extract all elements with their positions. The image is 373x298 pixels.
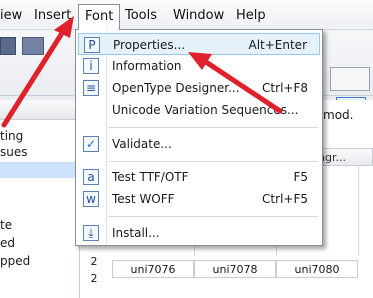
menu-item-test-woff[interactable]: w Test WOFF Ctrl+F5	[78, 188, 320, 210]
menu-help[interactable]: Help	[236, 7, 266, 25]
glyph-cell[interactable]: uni7080	[276, 260, 358, 278]
menu-item-label: Unicode Variation Sequences...	[112, 103, 299, 117]
row-number: 2	[90, 272, 98, 285]
list-item[interactable]: sues	[0, 144, 80, 160]
validate-check-icon: ✓	[83, 136, 99, 152]
install-icon: ⤓	[83, 225, 99, 241]
menu-separator	[108, 161, 318, 162]
left-panel-header	[0, 100, 80, 120]
menu-item-validate[interactable]: ✓ Validate...	[78, 133, 320, 155]
menu-item-label: Install...	[112, 226, 160, 240]
menu-item-label: Test TTF/OTF	[112, 170, 189, 184]
glyph-cell[interactable]: uni7076	[112, 260, 194, 278]
list-item[interactable]: ting	[0, 128, 80, 144]
list-item-selected[interactable]	[0, 162, 80, 178]
row-number: 2	[90, 255, 98, 268]
test-ttf-icon: a	[83, 169, 99, 185]
menu-separator	[108, 216, 318, 217]
menu-item-label: OpenType Designer...	[112, 81, 240, 95]
list-item[interactable]: ed	[0, 235, 80, 251]
grid-line	[358, 166, 359, 256]
glyph-cell[interactable]: uni7078	[194, 260, 276, 278]
menu-item-unicode-variation[interactable]: Unicode Variation Sequences...	[78, 99, 320, 121]
menu-view[interactable]: iew	[0, 7, 22, 25]
save-all-icon[interactable]	[22, 37, 44, 55]
menu-item-properties[interactable]: P Properties... Alt+Enter	[78, 33, 320, 55]
toolbar-button[interactable]	[330, 67, 370, 91]
menu-separator	[108, 127, 318, 128]
list-item[interactable]: te	[0, 217, 80, 233]
menu-window[interactable]: Window	[173, 7, 224, 25]
menu-item-install[interactable]: ⤓ Install...	[78, 222, 320, 244]
list-item[interactable]: pped	[0, 253, 80, 269]
menu-item-opentype-designer[interactable]: ≡ OpenType Designer... Ctrl+F8	[78, 77, 320, 99]
menu-item-label: Validate...	[112, 137, 172, 151]
menu-item-test-ttf[interactable]: a Test TTF/OTF F5	[78, 166, 320, 188]
menu-item-shortcut: Alt+Enter	[248, 38, 307, 52]
menu-item-shortcut: Ctrl+F8	[262, 81, 308, 95]
menu-tools[interactable]: Tools	[125, 7, 157, 25]
menu-item-shortcut: Ctrl+F5	[262, 192, 308, 206]
opentype-designer-icon: ≡	[83, 80, 99, 96]
menu-bar: iew Insert Font Tools Window Help	[0, 0, 373, 30]
menu-insert[interactable]: Insert	[34, 7, 71, 25]
menu-item-information[interactable]: i Information	[78, 55, 320, 77]
properties-icon: P	[84, 37, 100, 53]
left-panel: ting sues te ed pped	[0, 100, 80, 298]
menu-item-label: Test WOFF	[112, 192, 175, 206]
menu-item-label: Information	[112, 59, 182, 73]
save-icon[interactable]	[0, 37, 16, 55]
menu-item-label: Properties...	[113, 38, 186, 52]
menu-item-shortcut: F5	[293, 170, 308, 184]
information-icon: i	[83, 58, 99, 74]
menu-font[interactable]: Font	[78, 4, 121, 30]
font-menu-dropdown: P Properties... Alt+Enter i Information …	[75, 29, 323, 246]
test-woff-icon: w	[83, 191, 99, 207]
